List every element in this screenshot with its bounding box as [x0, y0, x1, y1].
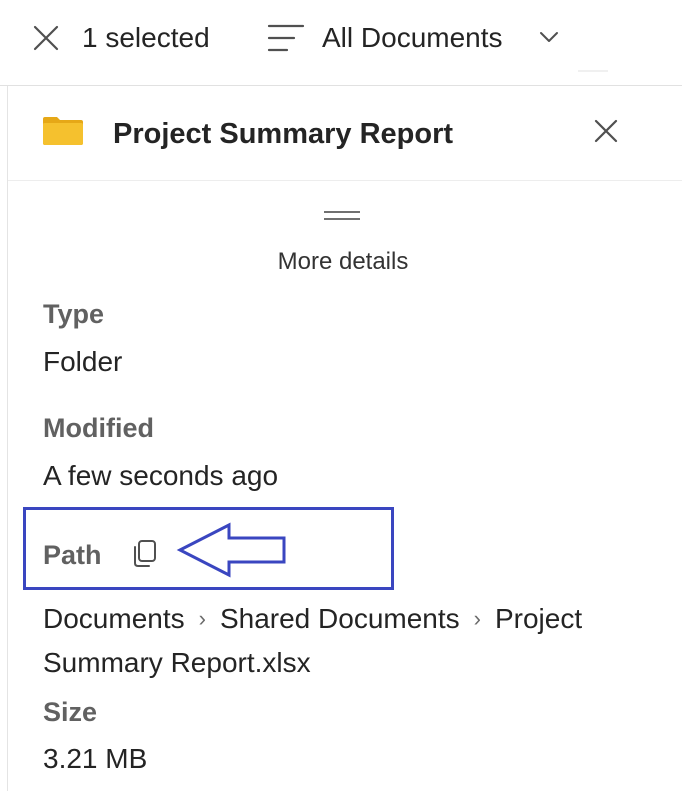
annotation-arrow-icon [176, 522, 286, 578]
page: 1 selected All Documents Project Summary… [0, 0, 682, 791]
type-value: Folder [43, 346, 123, 377]
command-bar: 1 selected All Documents [0, 0, 682, 86]
divider [578, 70, 608, 72]
selection-count: 1 selected [82, 22, 210, 53]
breadcrumb-item: Shared Documents [219, 603, 460, 634]
size-value: 3.21 MB [43, 743, 148, 774]
panel-header: Project Summary Report [8, 86, 682, 181]
size-label: Size [43, 697, 98, 727]
close-icon [33, 25, 59, 51]
details-panel: Project Summary Report More details Type… [7, 86, 682, 791]
more-details-label: More details [277, 248, 409, 275]
type-label: Type [43, 299, 105, 329]
list-view-icon [267, 24, 305, 52]
breadcrumb-separator: › [198, 606, 206, 631]
breadcrumb-separator: › [473, 606, 481, 631]
clear-selection-button[interactable] [28, 20, 64, 56]
close-panel-button[interactable] [591, 116, 621, 146]
close-icon [594, 119, 618, 143]
chevron-down-icon [540, 32, 558, 42]
modified-value: A few seconds ago [43, 460, 279, 491]
folder-icon [43, 117, 83, 145]
modified-label: Modified [43, 413, 154, 443]
breadcrumb-item: Documents [43, 603, 185, 634]
view-label: All Documents [322, 22, 503, 53]
view-switcher[interactable]: All Documents [266, 16, 566, 60]
path-breadcrumb: Documents › Shared Documents › Project Summa… [43, 598, 653, 684]
panel-title: Project Summary Report [113, 118, 454, 150]
drag-handle-icon[interactable] [323, 210, 361, 222]
